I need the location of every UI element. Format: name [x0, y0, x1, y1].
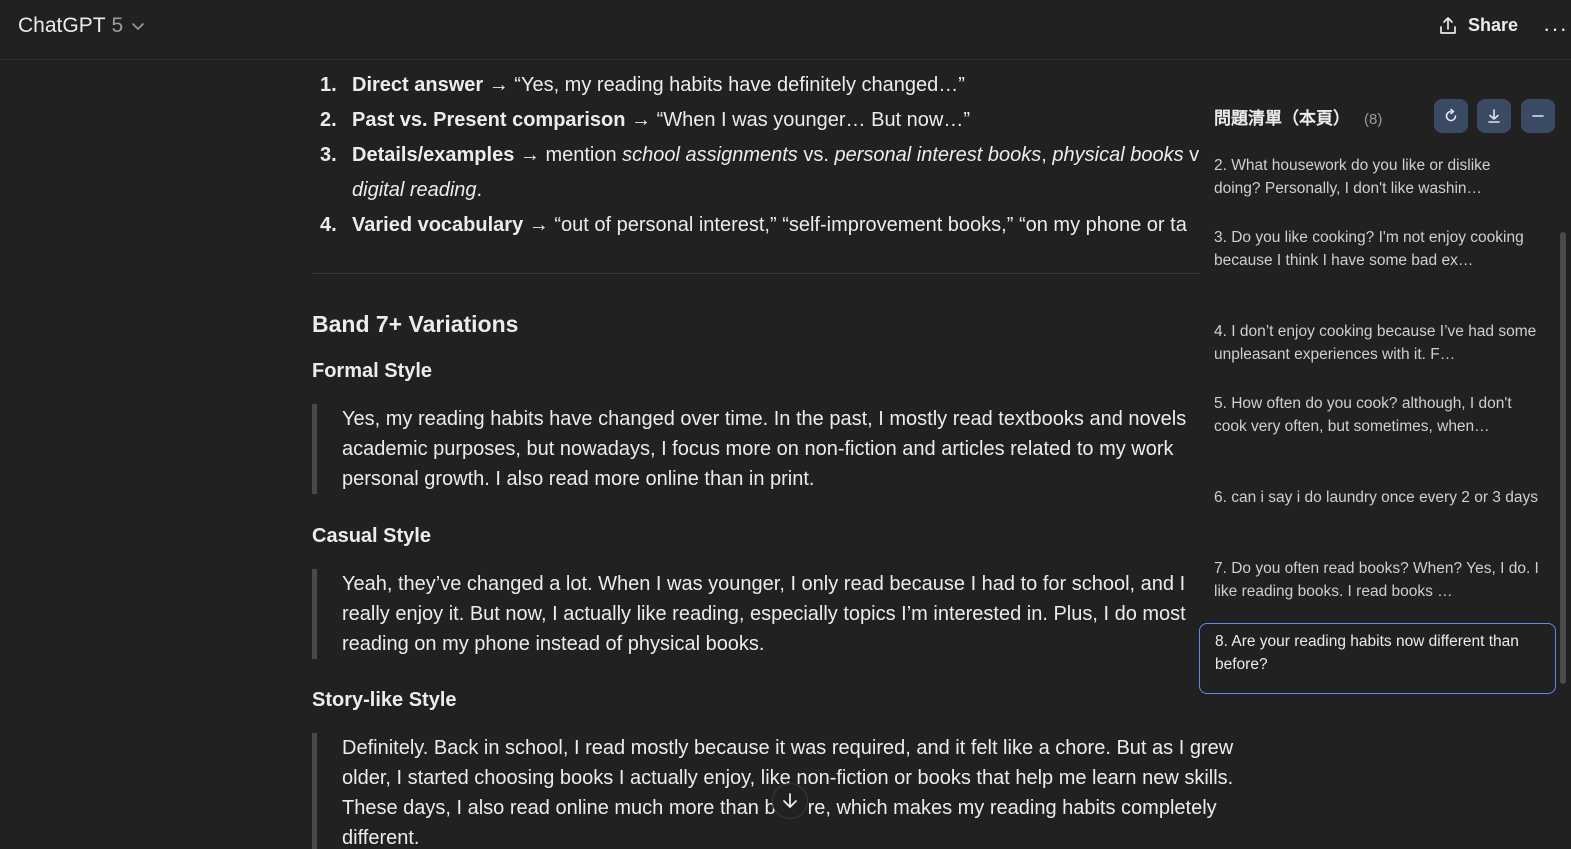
- list-item-text: vs.: [797, 144, 835, 166]
- list-item-text: → “Yes, my reading habits have definitel…: [483, 74, 965, 96]
- chevron-down-icon: [132, 23, 145, 30]
- question-item-active[interactable]: 8. Are your reading habits now different…: [1199, 623, 1556, 694]
- refresh-button[interactable]: [1434, 99, 1468, 133]
- list-item-emphasis: personal interest books: [834, 144, 1042, 166]
- panel-title: 問題清單（本頁）: [1214, 109, 1350, 128]
- model-name: ChatGPT: [18, 14, 106, 37]
- numbered-list: 1. Direct answer → “Yes, my reading habit…: [312, 68, 1272, 243]
- question-item[interactable]: 6. can i say i do laundry once every 2 o…: [1199, 480, 1556, 551]
- quote-line: Definitely. Back in school, I read mostl…: [342, 737, 1234, 759]
- quote-line: academic purposes, but nowadays, I focus…: [342, 438, 1174, 460]
- divider: [312, 273, 1272, 274]
- download-icon: [1488, 109, 1500, 123]
- question-list: 2. What housework do you like or dislike…: [1199, 148, 1559, 694]
- quote-line: different.: [342, 827, 420, 849]
- style-heading-casual: Casual Style: [312, 525, 431, 547]
- list-item-text: .: [476, 179, 483, 201]
- share-label: Share: [1468, 15, 1519, 35]
- refresh-icon: [1445, 108, 1457, 122]
- question-item[interactable]: 5. How often do you cook? although, I do…: [1199, 386, 1556, 480]
- list-item-text: v: [1183, 144, 1200, 166]
- panel-scrollbar-thumb[interactable]: [1560, 232, 1566, 684]
- quote-line-start: These days, I also read online much more…: [342, 797, 776, 819]
- quote-line: Yeah, they’ve changed a lot. When I was …: [342, 573, 1186, 595]
- minimize-button[interactable]: [1521, 99, 1555, 133]
- model-version: 5: [111, 14, 124, 37]
- question-list-panel: 問題清單（本頁） (8) 2. What housework do you li…: [1199, 92, 1571, 694]
- question-item[interactable]: 7. Do you often read books? When? Yes, I…: [1199, 551, 1556, 623]
- list-item: 2. Past vs. Present comparison → “When I …: [312, 103, 1272, 138]
- list-item-title: Direct answer: [352, 74, 484, 96]
- list-item-text: → “out of personal interest,” “self-impr…: [523, 214, 1187, 236]
- share-button[interactable]: Share: [1438, 15, 1518, 36]
- question-item[interactable]: 3. Do you like cooking? I'm not enjoy co…: [1199, 220, 1556, 314]
- quote-line: Yes, my reading habits have changed over…: [342, 408, 1187, 430]
- quote-line: reading on my phone instead of physical …: [342, 633, 765, 655]
- section-heading: Band 7+ Variations: [312, 311, 519, 337]
- model-selector-button[interactable]: ChatGPT 5: [18, 14, 145, 38]
- list-number: 4.: [320, 214, 337, 236]
- share-icon: [1440, 16, 1456, 34]
- list-item-title: Details/examples: [352, 144, 515, 166]
- blockquote-formal: Yes, my reading habits have changed over…: [312, 404, 1272, 494]
- list-item: 1. Direct answer → “Yes, my reading habit…: [312, 68, 1272, 103]
- scroll-to-bottom-button[interactable]: [772, 783, 808, 819]
- quote-line: personal growth. I also read more online…: [342, 468, 815, 490]
- list-number: 3.: [320, 144, 337, 166]
- panel-header: 問題清單（本頁） (8): [1214, 104, 1382, 129]
- list-item-emphasis: digital reading: [352, 179, 477, 201]
- quote-line-end: re, which makes my reading habits comple…: [807, 797, 1217, 819]
- style-heading-story: Story-like Style: [312, 689, 457, 711]
- panel-count: (8): [1364, 111, 1383, 128]
- list-item-text: → “When I was younger… But now…”: [625, 109, 971, 131]
- blockquote-casual: Yeah, they’ve changed a lot. When I was …: [312, 569, 1272, 659]
- top-bar: ChatGPT 5 Share ···: [0, 0, 1571, 60]
- list-item-emphasis: school assignments: [622, 144, 798, 166]
- quote-line: really enjoy it. But now, I actually lik…: [342, 603, 1186, 625]
- download-button[interactable]: [1477, 99, 1511, 133]
- list-number: 1.: [320, 74, 337, 96]
- list-item-title: Varied vocabulary: [352, 214, 524, 236]
- list-item-text: ,: [1041, 144, 1053, 166]
- list-item-title: Past vs. Present comparison: [352, 109, 626, 131]
- minimize-icon: [1532, 115, 1544, 117]
- style-heading-formal: Formal Style: [312, 360, 433, 382]
- list-item-text: → mention: [514, 144, 623, 166]
- list-item: 3. Details/examples → mention school assi…: [312, 138, 1272, 208]
- list-item: 4. Varied vocabulary → “out of personal i…: [312, 208, 1272, 243]
- list-item-emphasis: physical books: [1052, 144, 1184, 166]
- list-number: 2.: [320, 109, 337, 131]
- question-item[interactable]: 4. I don’t enjoy cooking because I’ve ha…: [1199, 314, 1556, 386]
- arrow-down-icon: [783, 793, 797, 808]
- quote-line: older, I started choosing books I actual…: [342, 767, 1234, 789]
- more-icon[interactable]: ···: [1543, 16, 1568, 42]
- message-content: 1. Direct answer → “Yes, my reading habit…: [312, 60, 1272, 849]
- question-item[interactable]: 2. What housework do you like or dislike…: [1199, 148, 1556, 220]
